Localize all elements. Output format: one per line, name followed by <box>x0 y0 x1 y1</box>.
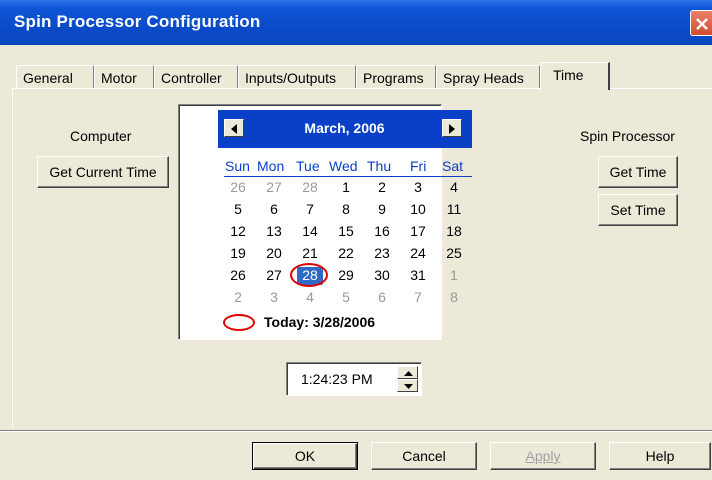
calendar-day[interactable]: 17 <box>406 223 430 239</box>
get-current-time-button[interactable]: Get Current Time <box>37 156 169 188</box>
calendar-month-title[interactable]: March, 2006 <box>218 120 471 136</box>
weekday-tue: Tue <box>296 158 320 174</box>
calendar-day[interactable]: 31 <box>406 267 430 283</box>
tab-label: Programs <box>363 70 424 86</box>
weekday-mon: Mon <box>257 158 285 174</box>
calendar-day[interactable]: 8 <box>334 201 358 217</box>
help-button[interactable]: Help <box>609 442 711 470</box>
tab-general[interactable]: General <box>16 65 94 89</box>
calendar-day[interactable]: 23 <box>370 245 394 261</box>
close-icon <box>696 18 708 30</box>
calendar-day[interactable]: 2 <box>226 289 250 305</box>
calendar-day[interactable]: 26 <box>226 179 250 195</box>
title-bar: Spin Processor Configuration <box>0 0 712 45</box>
time-value[interactable]: 1:24:23 PM <box>301 371 373 387</box>
calendar-day[interactable]: 20 <box>262 245 286 261</box>
calendar-day[interactable]: 7 <box>406 289 430 305</box>
calendar-day[interactable]: 18 <box>442 223 466 239</box>
weekday-thu: Thu <box>367 158 392 174</box>
tab-programs[interactable]: Programs <box>356 65 436 89</box>
apply-button[interactable]: Apply <box>490 442 596 470</box>
next-month-button[interactable] <box>442 119 462 137</box>
tab-label: Spray Heads <box>443 70 524 86</box>
tab-spray-heads[interactable]: Spray Heads <box>436 65 540 89</box>
computer-heading: Computer <box>70 128 132 144</box>
today-marker-circle <box>290 263 328 287</box>
close-button[interactable] <box>690 10 712 36</box>
calendar-day[interactable]: 10 <box>406 201 430 217</box>
calendar-day[interactable]: 16 <box>370 223 394 239</box>
calendar-header: March, 2006 <box>218 110 472 148</box>
tab-label: Controller <box>161 70 222 86</box>
calendar-day[interactable]: 28 <box>298 179 322 195</box>
spin-processor-heading: Spin Processor <box>580 128 675 144</box>
calendar-day[interactable]: 8 <box>442 289 466 305</box>
get-time-button[interactable]: Get Time <box>598 156 678 188</box>
time-spin-up-button[interactable] <box>397 366 418 379</box>
calendar-day[interactable]: 12 <box>226 223 250 239</box>
calendar-day[interactable]: 1 <box>334 179 358 195</box>
tab-label: Time <box>553 67 584 83</box>
tab-time[interactable]: Time <box>540 62 610 90</box>
right-arrow-icon <box>449 124 455 134</box>
calendar-day[interactable]: 19 <box>226 245 250 261</box>
calendar-day[interactable]: 11 <box>442 201 466 217</box>
calendar-day[interactable]: 21 <box>298 245 322 261</box>
calendar-day[interactable]: 6 <box>262 201 286 217</box>
calendar-day[interactable]: 14 <box>298 223 322 239</box>
calendar-day[interactable]: 27 <box>262 179 286 195</box>
calendar-day[interactable]: 25 <box>442 245 466 261</box>
calendar-day[interactable]: 5 <box>226 201 250 217</box>
down-arrow-icon <box>404 384 413 389</box>
weekday-divider <box>224 176 472 177</box>
calendar-day[interactable]: 3 <box>406 179 430 195</box>
calendar-day[interactable]: 22 <box>334 245 358 261</box>
calendar-day[interactable]: 6 <box>370 289 394 305</box>
calendar-day[interactable]: 15 <box>334 223 358 239</box>
calendar-day[interactable]: 3 <box>262 289 286 305</box>
tab-label: Motor <box>101 70 137 86</box>
calendar-day[interactable]: 13 <box>262 223 286 239</box>
tab-label: Inputs/Outputs <box>245 70 337 86</box>
calendar-day[interactable]: 2 <box>370 179 394 195</box>
calendar-day[interactable]: 7 <box>298 201 322 217</box>
tab-inputs-outputs[interactable]: Inputs/Outputs <box>238 65 356 89</box>
calendar-day[interactable]: 1 <box>442 267 466 283</box>
calendar-day[interactable]: 9 <box>370 201 394 217</box>
tab-strip: General Motor Controller Inputs/Outputs … <box>0 62 712 90</box>
tab-controller[interactable]: Controller <box>154 65 238 89</box>
weekday-sat: Sat <box>442 158 464 174</box>
time-picker[interactable]: 1:24:23 PM <box>286 362 422 396</box>
today-marker-icon <box>223 314 255 331</box>
calendar-day[interactable]: 26 <box>226 267 250 283</box>
tab-label: General <box>23 70 73 86</box>
calendar-day[interactable]: 30 <box>370 267 394 283</box>
calendar-day[interactable]: 4 <box>442 179 466 195</box>
cancel-button[interactable]: Cancel <box>371 442 477 470</box>
window-title: Spin Processor Configuration <box>14 12 261 31</box>
up-arrow-icon <box>404 371 413 376</box>
set-time-button[interactable]: Set Time <box>598 194 678 226</box>
today-link[interactable]: Today: 3/28/2006 <box>264 314 375 330</box>
weekday-wed: Wed <box>329 158 358 174</box>
calendar-day[interactable]: 5 <box>334 289 358 305</box>
calendar-day[interactable]: 4 <box>298 289 322 305</box>
calendar-day[interactable]: 29 <box>334 267 358 283</box>
ok-button[interactable]: OK <box>252 442 358 470</box>
footer-separator <box>0 430 712 432</box>
weekday-sun: Sun <box>225 158 250 174</box>
calendar-day[interactable]: 27 <box>262 267 286 283</box>
calendar-day[interactable]: 24 <box>406 245 430 261</box>
weekday-fri: Fri <box>410 158 427 174</box>
time-spin-down-button[interactable] <box>397 379 418 392</box>
tab-motor[interactable]: Motor <box>94 65 154 89</box>
